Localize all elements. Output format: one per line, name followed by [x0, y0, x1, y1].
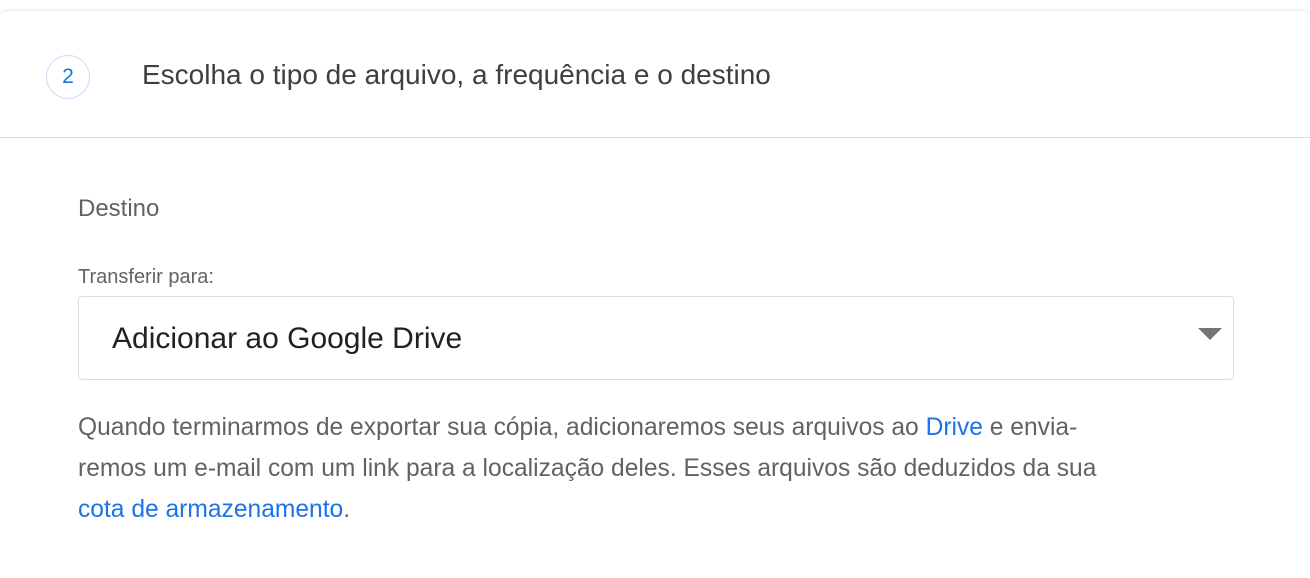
selected-destination-value: Adicionar ao Google Drive	[112, 322, 463, 355]
step-header: 2 Escolha o tipo de arquivo, a frequênci…	[0, 11, 1310, 138]
destination-section-title: Destino	[78, 195, 160, 222]
storage-quota-link[interactable]: cota de armazenamento	[78, 496, 343, 523]
export-settings-card: 2 Escolha o tipo de arquivo, a frequênci…	[0, 10, 1310, 578]
step-number-badge: 2	[46, 55, 90, 99]
caret-down-icon	[1198, 328, 1222, 340]
description-text: .	[343, 496, 351, 523]
transfer-destination-select[interactable]: Adicionar ao Google Drive	[78, 296, 1234, 380]
description-line-2: remos um e-mail com um link para a local…	[78, 455, 1097, 482]
description-text: Quando terminarmos de exportar sua cópia…	[78, 414, 926, 441]
description-text: e envia-	[982, 414, 1078, 441]
description-line-1: Quando terminarmos de exportar sua cópia…	[78, 407, 1238, 448]
step-title: Escolha o tipo de arquivo, a frequência …	[142, 59, 771, 90]
drive-link[interactable]: Drive	[926, 414, 983, 441]
destination-description: Quando terminarmos de exportar sua cópia…	[78, 407, 1238, 530]
description-line-3: cota de armazenamento.	[78, 489, 1238, 530]
transfer-to-label: Transferir para:	[78, 266, 214, 288]
